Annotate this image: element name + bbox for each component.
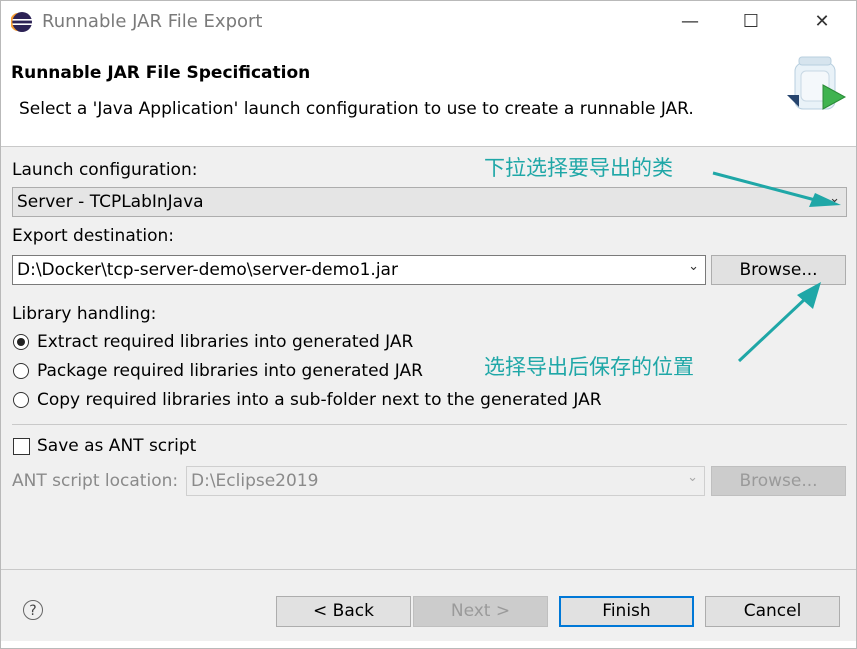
arrow-to-launch-dropdown xyxy=(712,171,820,203)
export-dialog: Runnable JAR File Export — ☐ ✕ Runnable … xyxy=(0,0,857,649)
cancel-button[interactable]: Cancel xyxy=(705,596,840,627)
bottom-edge xyxy=(1,641,856,648)
arrowhead-icon xyxy=(809,193,841,207)
back-button[interactable]: < Back xyxy=(276,596,411,627)
help-icon[interactable]: ? xyxy=(23,600,43,620)
annotation-arrows xyxy=(712,171,841,363)
next-button[interactable]: Next > xyxy=(413,596,548,627)
footer-separator xyxy=(1,569,856,570)
arrow-to-browse-button xyxy=(737,297,807,363)
finish-button[interactable]: Finish xyxy=(559,596,694,627)
